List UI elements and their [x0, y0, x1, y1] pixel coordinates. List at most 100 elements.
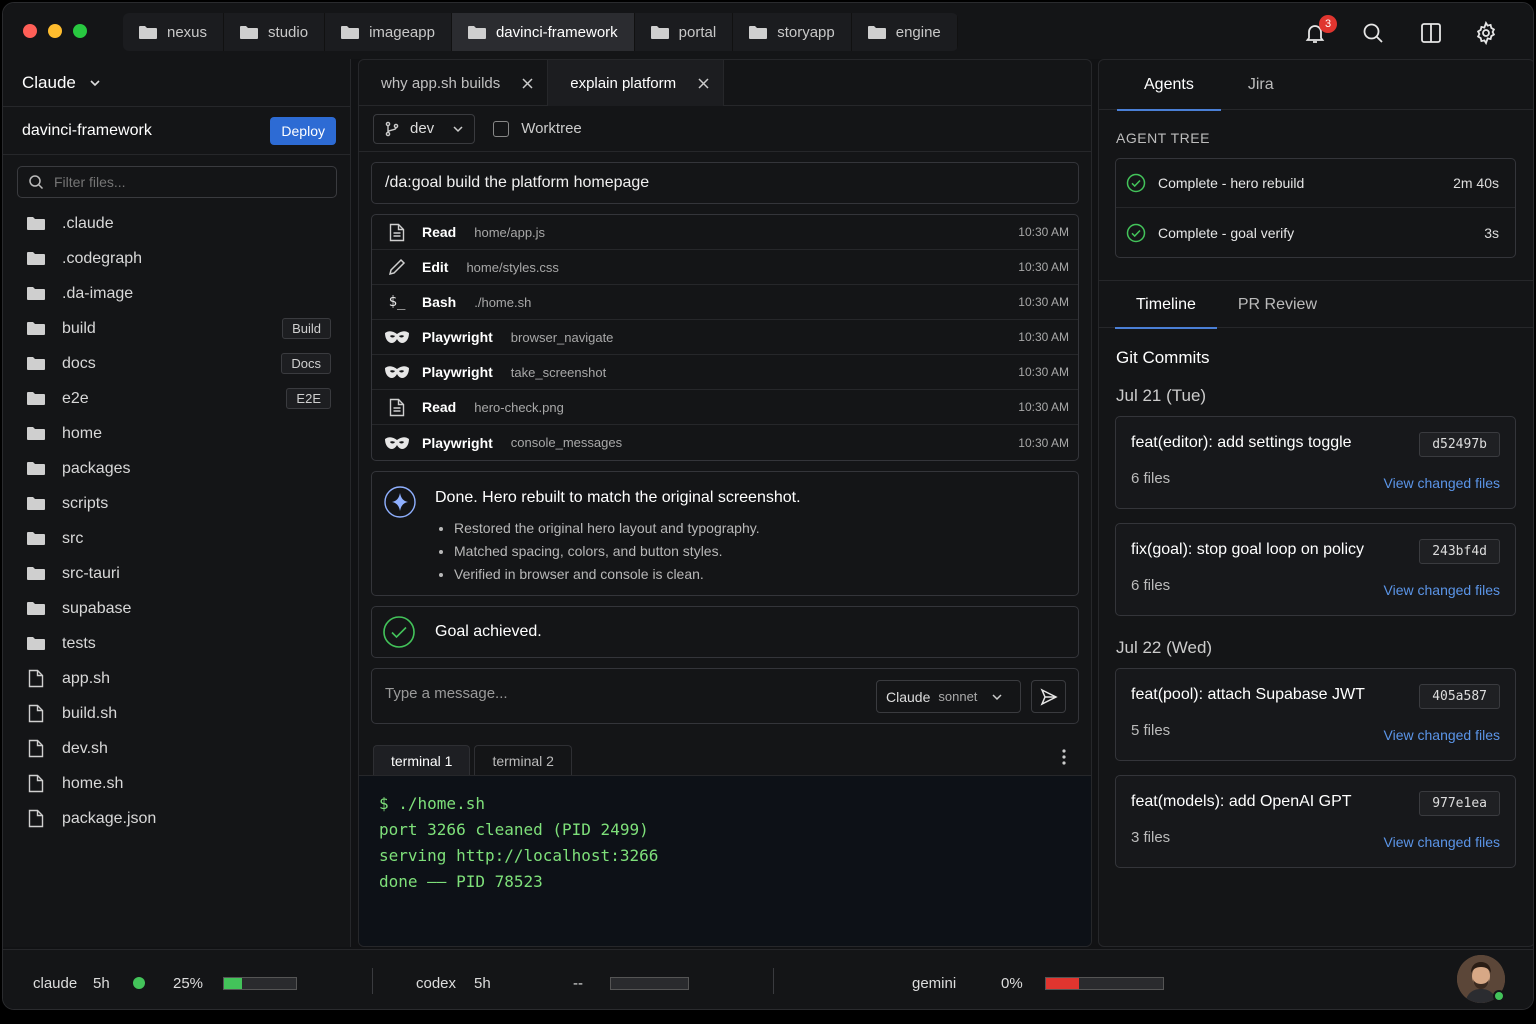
folder-item[interactable]: supabase — [3, 591, 350, 626]
more-options-icon[interactable] — [1061, 748, 1067, 766]
file-item[interactable]: home.sh — [3, 766, 350, 801]
commit-hash[interactable]: 405a587 — [1419, 684, 1500, 709]
branch-selector[interactable]: dev — [373, 113, 476, 144]
folder-item[interactable]: .codegraph — [3, 241, 350, 276]
close-icon[interactable] — [698, 77, 709, 89]
folder-item[interactable]: docs Docs — [3, 346, 350, 381]
project-tab[interactable]: nexus — [123, 13, 225, 51]
result-card: Done. Hero rebuilt to match the original… — [371, 471, 1079, 596]
deploy-button[interactable]: Deploy — [270, 116, 336, 145]
minimize-window-button[interactable] — [48, 24, 62, 38]
commit-hash[interactable]: 243bf4d — [1419, 539, 1500, 564]
tool-step-row[interactable]: Read hero-check.png 10:30 AM — [372, 390, 1078, 425]
filter-files-input[interactable] — [54, 174, 314, 190]
sparkle-icon — [384, 486, 416, 518]
project-tab-label: engine — [895, 23, 941, 41]
file-item[interactable]: app.sh — [3, 661, 350, 696]
folder-item[interactable]: scripts — [3, 486, 350, 521]
step-timestamp: 10:30 AM — [1018, 365, 1069, 379]
agent-row[interactable]: Complete - hero rebuild 2m 40s — [1116, 159, 1515, 208]
maximize-window-button[interactable] — [73, 24, 87, 38]
tool-step-row[interactable]: Playwright browser_navigate 10:30 AM — [372, 320, 1078, 355]
split-view-icon[interactable] — [1419, 21, 1443, 45]
file-name: .claude — [62, 214, 114, 232]
file-name: build — [62, 319, 96, 337]
result-bullet: Restored the original hero layout and ty… — [454, 517, 760, 540]
terminal-tab[interactable]: terminal 1 — [373, 745, 471, 775]
file-icon — [384, 223, 410, 242]
goal-message: /da:goal build the platform homepage — [371, 162, 1079, 204]
folder-item[interactable]: src-tauri — [3, 556, 350, 591]
folder-item[interactable]: .claude — [3, 206, 350, 241]
project-tab[interactable]: studio — [224, 13, 326, 51]
tool-step-row[interactable]: Playwright take_screenshot 10:30 AM — [372, 355, 1078, 390]
right-tab[interactable]: Agents — [1117, 60, 1221, 111]
file-item[interactable]: package.json — [3, 801, 350, 836]
commit-file-count: 3 files — [1131, 829, 1171, 846]
folder-item[interactable]: packages — [3, 451, 350, 486]
close-window-button[interactable] — [23, 24, 37, 38]
project-header: davinci-framework Deploy — [3, 107, 350, 155]
chat-tab[interactable]: why app.sh builds — [359, 60, 549, 106]
check-circle-icon — [1126, 223, 1146, 243]
folder-item[interactable]: tests — [3, 626, 350, 661]
worktree-checkbox[interactable] — [493, 120, 510, 137]
folder-icon — [26, 321, 46, 336]
step-timestamp: 10:30 AM — [1018, 225, 1069, 239]
folder-item[interactable]: e2e E2E — [3, 381, 350, 416]
right-tab[interactable]: Jira — [1221, 60, 1301, 110]
folder-item[interactable]: build Build — [3, 311, 350, 346]
project-tab[interactable]: engine — [852, 13, 958, 51]
folder-tag-button[interactable]: Build — [282, 318, 331, 339]
search-icon[interactable] — [1361, 21, 1385, 45]
model-selector[interactable]: Claude sonnet — [876, 680, 1021, 713]
claude-usage-percent: 25% — [173, 975, 204, 992]
file-item[interactable]: dev.sh — [3, 731, 350, 766]
agent-tree-list: Complete - hero rebuild 2m 40s Complete - … — [1115, 158, 1516, 258]
folder-item[interactable]: .da-image — [3, 276, 350, 311]
folder-icon — [26, 356, 46, 371]
tool-step-row[interactable]: Edit home/styles.css 10:30 AM — [372, 250, 1078, 285]
terminal-line: port 3266 cleaned (PID 2499) — [379, 820, 649, 839]
tool-argument: ./home.sh — [474, 294, 532, 310]
agent-row[interactable]: Complete - goal verify 3s — [1116, 208, 1515, 257]
goal-achieved-card: Goal achieved. — [371, 606, 1079, 658]
folder-tag-button[interactable]: Docs — [281, 353, 331, 374]
folder-item[interactable]: src — [3, 521, 350, 556]
file-name: home.sh — [62, 774, 124, 792]
view-changed-files-link[interactable]: View changed files — [1384, 834, 1500, 850]
tool-step-row[interactable]: Read home/app.js 10:30 AM — [372, 215, 1078, 250]
folder-item[interactable]: home — [3, 416, 350, 451]
message-input[interactable] — [385, 685, 855, 702]
terminal-output[interactable]: $ ./home.sh port 3266 cleaned (PID 2499) s… — [359, 776, 1091, 946]
tool-step-row[interactable]: $_ Bash ./home.sh 10:30 AM — [372, 285, 1078, 320]
tool-step-row[interactable]: Playwright console_messages 10:30 AM — [372, 425, 1078, 460]
view-changed-files-link[interactable]: View changed files — [1384, 475, 1500, 491]
view-changed-files-link[interactable]: View changed files — [1384, 582, 1500, 598]
commit-card: feat(pool): attach Supabase JWT 5 files 40… — [1115, 668, 1516, 761]
agent-selector[interactable]: Claude — [3, 59, 350, 107]
commit-card: fix(goal): stop goal loop on policy 6 fil… — [1115, 523, 1516, 616]
result-bullet: Matched spacing, colors, and button styl… — [454, 540, 760, 563]
chat-tab[interactable]: explain platform — [548, 60, 725, 106]
folder-icon — [749, 25, 768, 40]
project-tab[interactable]: storyapp — [733, 13, 852, 51]
timeline-tab[interactable]: PR Review — [1217, 281, 1338, 328]
tool-name: Playwright — [422, 364, 493, 380]
send-button[interactable] — [1031, 680, 1066, 713]
gear-icon[interactable] — [1474, 21, 1498, 45]
right-panel: Agents Jira AGENT TREE Complete - hero re… — [1098, 59, 1533, 947]
view-changed-files-link[interactable]: View changed files — [1384, 727, 1500, 743]
folder-tag-button[interactable]: E2E — [286, 388, 331, 409]
file-item[interactable]: build.sh — [3, 696, 350, 731]
close-icon[interactable] — [522, 77, 533, 89]
folder-icon — [26, 391, 46, 406]
commit-hash[interactable]: 977e1ea — [1419, 791, 1500, 816]
commit-hash[interactable]: d52497b — [1419, 432, 1500, 457]
project-tab[interactable]: imageapp — [325, 13, 452, 51]
project-tab[interactable]: davinci-framework — [451, 13, 635, 51]
timeline-tab[interactable]: Timeline — [1115, 281, 1217, 329]
terminal-tab[interactable]: terminal 2 — [474, 745, 572, 775]
filter-box — [17, 166, 337, 198]
project-tab[interactable]: portal — [635, 13, 734, 51]
